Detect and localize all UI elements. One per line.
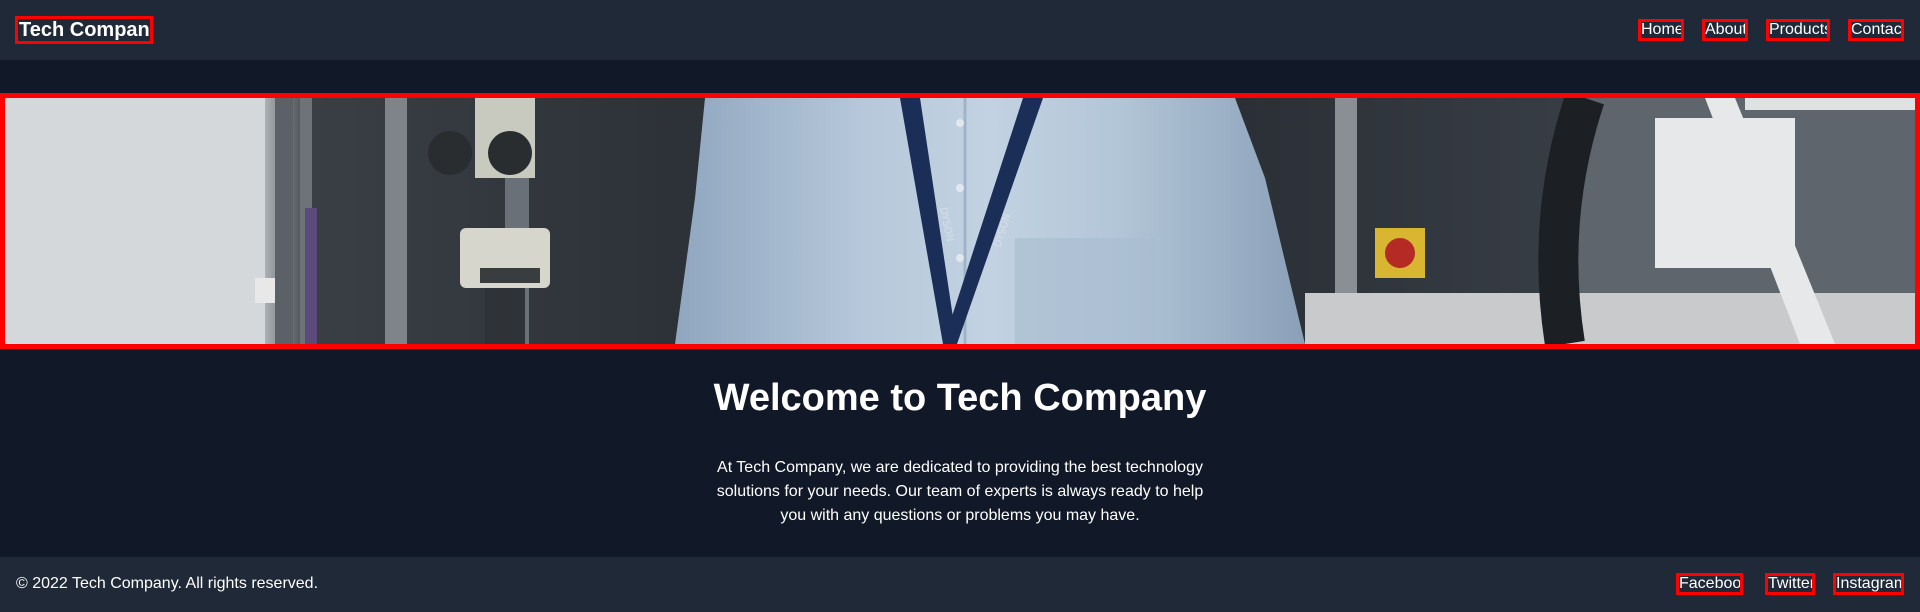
social-link-instagram[interactable]: Instagram (1833, 573, 1904, 595)
brand-logo-link[interactable]: Tech Company (15, 16, 153, 44)
nav-link-about[interactable]: About (1702, 19, 1748, 41)
nav-link-products[interactable]: Products (1766, 19, 1830, 41)
site-footer: © 2022 Tech Company. All rights reserved… (0, 557, 1920, 612)
page-title: Welcome to Tech Company (713, 377, 1207, 419)
social-link-facebook[interactable]: Facebook (1676, 573, 1743, 595)
hero-photo-illustration: DYSON DYSON (5, 98, 1915, 344)
intro-paragraph: At Tech Company, we are dedicated to pro… (716, 459, 1204, 524)
nav-link-home[interactable]: Home (1638, 19, 1684, 41)
site-header: Tech Company Home About Products Contact (0, 0, 1920, 60)
copyright-text: © 2022 Tech Company. All rights reserved… (16, 575, 319, 592)
social-link-twitter[interactable]: Twitter (1765, 573, 1815, 595)
hero-image: DYSON DYSON (0, 93, 1920, 349)
nav-link-contact[interactable]: Contact (1848, 19, 1904, 41)
